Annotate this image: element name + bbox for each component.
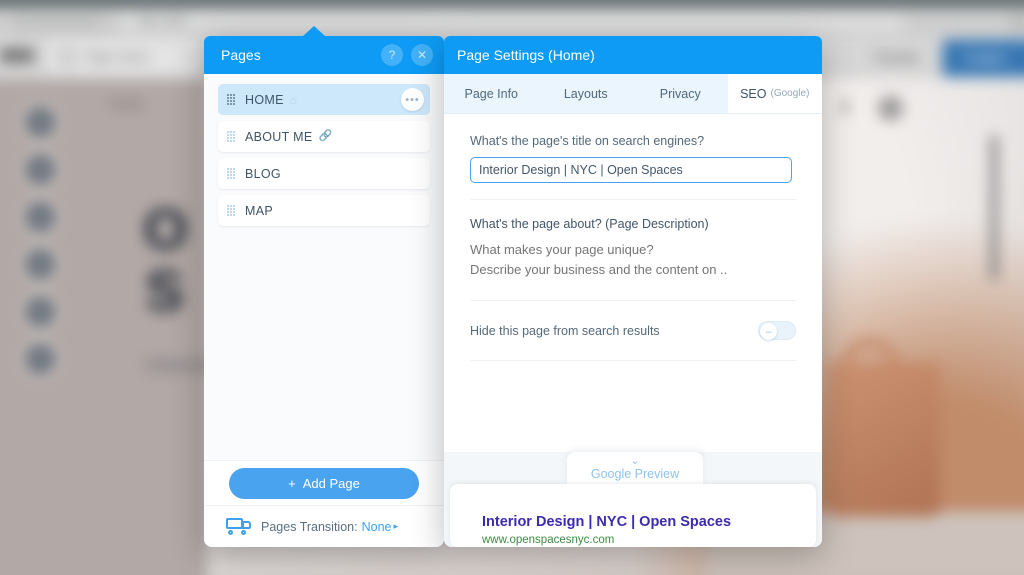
- design-icon[interactable]: [25, 249, 55, 279]
- tab-layouts[interactable]: Layouts: [539, 74, 634, 113]
- list-item[interactable]: HOME ⌂ •••: [218, 84, 430, 115]
- google-result-title: Interior Design | NYC | Open Spaces: [482, 514, 732, 530]
- publish-button-label: Publish: [965, 51, 1006, 66]
- link-icon: 🔗: [318, 130, 333, 142]
- facebook-icon[interactable]: f: [842, 98, 848, 119]
- pages-icon[interactable]: [25, 202, 55, 232]
- drag-handle-icon[interactable]: [227, 131, 236, 142]
- media-icon[interactable]: [25, 344, 55, 374]
- browser-url-text: wix.com: [139, 15, 188, 28]
- pages-transition-label: Pages Transition:: [261, 519, 358, 534]
- app-market-icon-dot: [36, 307, 45, 316]
- settings-icon[interactable]: [25, 155, 55, 184]
- browser-url-field[interactable]: [120, 13, 904, 32]
- os-titlebar: [0, 0, 1024, 8]
- pages-panel-pointer: [303, 26, 325, 36]
- seo-title-block: What's the page's title on search engine…: [444, 114, 822, 199]
- browser-nav-buttons[interactable]: [13, 15, 103, 30]
- toggle-knob: –: [760, 323, 777, 340]
- list-item[interactable]: BLOG: [218, 158, 430, 189]
- instagram-icon-lens: [886, 104, 895, 112]
- page-settings-tabs: Page Info Layouts Privacy SEO (Google): [444, 74, 822, 114]
- add-icon[interactable]: [25, 107, 55, 137]
- seo-description-block: What's the page about? (Page Description…: [444, 200, 822, 300]
- hide-page-toggle[interactable]: –: [758, 321, 796, 340]
- list-item[interactable]: MAP: [218, 195, 430, 226]
- divider: [470, 360, 796, 361]
- pages-transition-value[interactable]: None: [362, 520, 392, 534]
- pages-transition-bar[interactable]: Pages Transition: None ▸: [204, 505, 444, 547]
- settings-icon-dot: [36, 165, 45, 174]
- screen: wix.com O S Interior f WIX Page: Home Pr…: [0, 0, 1024, 575]
- tab-seo-label: SEO: [740, 86, 767, 101]
- google-preview-card: Interior Design | NYC | Open Spaces www.…: [450, 484, 816, 547]
- help-icon[interactable]: ?: [381, 44, 403, 66]
- home-icon: ⌂: [289, 92, 297, 107]
- list-item-label: HOME: [245, 92, 284, 107]
- tab-seo-sublabel: (Google): [770, 88, 810, 99]
- tab-privacy[interactable]: Privacy: [633, 74, 728, 113]
- google-preview-tab-wrap: ⌄ Google Preview: [444, 452, 822, 484]
- list-item-label: MAP: [245, 203, 273, 218]
- pages-panel-title: Pages: [221, 47, 261, 63]
- editor-left-sidebar: [0, 79, 98, 575]
- list-item-label: ABOUT ME: [245, 129, 313, 144]
- site-heading-line1: O: [143, 196, 189, 262]
- plus-icon: +: [288, 475, 296, 491]
- seo-title-input[interactable]: [470, 157, 792, 183]
- canvas-page-label: Home: [110, 96, 144, 111]
- add-icon-dot: [36, 118, 45, 127]
- pages-list: HOME ⌂ ••• ABOUT ME 🔗 BLOG MAP: [204, 74, 444, 460]
- drag-handle-icon[interactable]: [227, 94, 236, 105]
- truck-icon: [226, 518, 252, 535]
- chevron-right-icon[interactable]: ▸: [393, 521, 398, 532]
- tab-layouts-label: Layouts: [563, 86, 608, 101]
- hide-page-row: Hide this page from search results –: [444, 301, 822, 360]
- google-preview-toggle[interactable]: ⌄ Google Preview: [567, 452, 703, 484]
- floor-lamp-pole: [990, 135, 998, 280]
- add-page-bar: + Add Page: [204, 460, 444, 505]
- tab-seo[interactable]: SEO (Google): [727, 74, 822, 113]
- page-selector-label: Page: Home: [85, 51, 149, 64]
- pages-panel: Pages ? ✕ HOME ⌂ ••• ABOUT ME 🔗 BLOG MAP…: [204, 26, 444, 547]
- pages-icon-dot: [36, 212, 45, 222]
- pages-panel-header-buttons: ? ✕: [381, 44, 433, 66]
- media-icon-dot: [36, 354, 45, 364]
- browser-menu-icon[interactable]: [1010, 14, 1024, 31]
- seo-description-textarea[interactable]: [470, 240, 792, 280]
- add-page-button-label: Add Page: [302, 475, 360, 491]
- design-icon-dot: [36, 260, 45, 269]
- chevron-down-icon: ⌄: [630, 455, 640, 467]
- tab-page-info-label: Page Info: [464, 86, 518, 101]
- tab-privacy-label: Privacy: [659, 86, 701, 101]
- site-heading-line2: S: [145, 258, 184, 324]
- page-settings-body: What's the page's title on search engine…: [444, 114, 822, 547]
- leather-bag: [827, 362, 941, 517]
- google-result-url: www.openspacesnyc.com: [482, 534, 615, 546]
- wix-logo: WIX: [0, 44, 36, 68]
- google-preview-tab-label: Google Preview: [590, 467, 680, 481]
- drag-handle-icon[interactable]: [227, 168, 236, 179]
- add-page-button[interactable]: + Add Page: [229, 467, 419, 499]
- page-selector-icon: [58, 49, 76, 66]
- page-settings-title: Page Settings (Home): [457, 47, 595, 63]
- list-item-label: BLOG: [245, 166, 281, 181]
- hide-page-label: Hide this page from search results: [470, 323, 660, 338]
- page-selector-chevron-icon[interactable]: [186, 53, 195, 62]
- close-icon[interactable]: ✕: [411, 44, 433, 66]
- seo-description-label: What's the page about? (Page Description…: [470, 217, 709, 231]
- app-market-icon[interactable]: [25, 297, 55, 327]
- row-more-button[interactable]: •••: [401, 88, 424, 111]
- page-settings-panel: Page Settings (Home) Page Info Layouts P…: [444, 36, 822, 547]
- list-item[interactable]: ABOUT ME 🔗: [218, 121, 430, 152]
- drag-handle-icon[interactable]: [227, 205, 236, 216]
- page-settings-header: Page Settings (Home): [444, 36, 822, 74]
- preview-button[interactable]: Preview: [875, 50, 919, 64]
- pages-panel-header: Pages ? ✕: [204, 36, 444, 74]
- tab-page-info[interactable]: Page Info: [444, 74, 539, 113]
- seo-title-label: What's the page's title on search engine…: [470, 134, 705, 148]
